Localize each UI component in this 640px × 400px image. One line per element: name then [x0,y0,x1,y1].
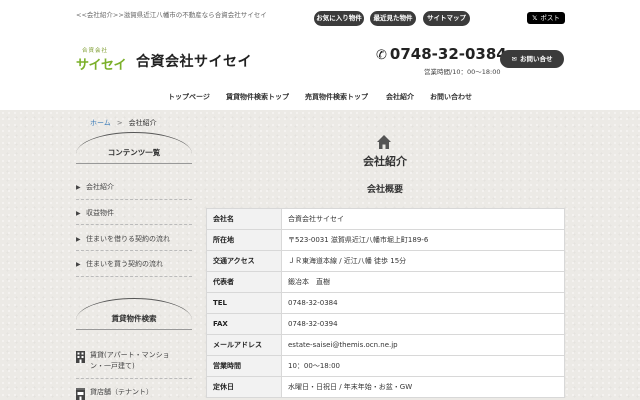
store-icon [76,388,85,400]
row-label: メールアドレス [206,334,282,356]
table-row: 定休日 水曜日・日祝日 / 年末年始・お盆・GW [206,376,565,398]
sidebar-divider [76,378,192,379]
table-row: TEL 0748-32-0384 [206,292,565,314]
site-tagline: <<会社紹介>>滋賀県近江八幡市の不動産なら合資会社サイセイ [76,11,267,19]
sitemap-button[interactable]: サイトマップ [423,11,470,26]
row-label: 営業時間 [206,355,282,377]
sidebar-rental-heading: 賃貸物件検索 [76,298,192,330]
breadcrumb-current: 会社紹介 [128,119,157,127]
table-row: 所在地 〒523-0031 滋賀県近江八幡市堀上町189-6 [206,229,565,251]
row-label: FAX [206,313,282,335]
row-value: 鍛冶本 直樹 [281,271,565,293]
table-row: 営業時間 10：00～18:00 [206,355,565,377]
sidebar-item-label: 収益物件 [86,209,114,217]
x-logo-icon: 𝕏 [532,14,538,22]
nav-company[interactable]: 会社紹介 [386,92,414,102]
row-label: 会社名 [206,208,282,230]
global-nav: トップページ 賃貸物件検索トップ 売買物件検索トップ 会社紹介 お問い合わせ [0,86,640,110]
row-value: 水曜日・日祝日 / 年末年始・お盆・GW [281,376,565,398]
section-title: 会社概要 [366,185,403,195]
company-info-table: 会社名 合資会社サイセイ 所在地 〒523-0031 滋賀県近江八幡市堀上町189-… [206,208,565,398]
row-value: 10：00～18:00 [281,355,565,377]
business-hours: 営業時間/10：00～18:00 [424,68,501,76]
sidebar-item-rental-store[interactable]: 貸店舗（テナント） [76,387,192,400]
breadcrumb: ホーム > 会社紹介 [90,118,157,128]
x-post-button[interactable]: 𝕏 ポスト [527,12,565,24]
arrow-right-icon: ▶ [76,261,81,268]
top-bar: <<会社紹介>>滋賀県近江八幡市の不動産なら合資会社サイセイ お気に入り物件 最… [0,0,640,36]
sidebar-item-company[interactable]: ▶ 会社紹介 [76,182,192,193]
building-icon [76,351,85,363]
row-value: ＪＲ東海道本線 / 近江八幡 徒歩 15分 [281,250,565,272]
row-value: 0748-32-0384 [281,292,565,314]
phone-number: ✆ 0748-32-0384 [376,45,507,63]
nav-contact[interactable]: お問い合わせ [430,92,472,102]
row-value: 0748-32-0394 [281,313,565,335]
arrow-right-icon: ▶ [76,236,81,243]
heading-underline [76,329,192,330]
sidebar-divider [76,276,192,277]
sidebar-rental-title: 賃貸物件検索 [111,314,157,323]
table-row: メールアドレス estate-saisei@themis.ocn.ne.jp [206,334,565,356]
sidebar-item-income[interactable]: ▶ 収益物件 [76,208,192,219]
favorites-button[interactable]: お気に入り物件 [314,11,364,26]
sidebar-divider [76,224,192,225]
row-value: 合資会社サイセイ [281,208,565,230]
sidebar-divider [76,199,192,200]
nav-top-page[interactable]: トップページ [168,92,210,102]
sidebar-item-label: 住まいを買う契約の流れ [86,260,163,268]
row-value: 〒523-0031 滋賀県近江八幡市堀上町189-6 [281,229,565,251]
table-row: FAX 0748-32-0394 [206,313,565,335]
table-row: 代表者 鍛冶本 直樹 [206,271,565,293]
sidebar-item-label: 住まいを借りる契約の流れ [86,235,170,243]
nav-sale-search[interactable]: 売買物件検索トップ [305,92,368,102]
recently-viewed-button[interactable]: 最近見た物件 [370,11,416,26]
phone-icon: ✆ [376,48,387,63]
row-label: TEL [206,292,282,314]
content-area: ホーム > 会社紹介 コンテンツ一覧 ▶ 会社紹介 ▶ 収益物件 ▶ 住まいを借りる契約の… [0,110,640,400]
contact-label: お問い合せ [519,55,553,63]
row-label: 代表者 [206,271,282,293]
sidebar-contents-heading: コンテンツ一覧 [76,132,192,164]
sidebar-divider [76,250,192,251]
row-value: estate-saisei@themis.ocn.ne.jp [281,334,565,356]
logo-arc-text: 合資会社 [82,48,109,54]
sidebar-item-buy-flow[interactable]: ▶ 住まいを買う契約の流れ [76,259,192,270]
arrow-right-icon: ▶ [76,210,81,217]
phone-text: 0748-32-0384 [389,45,507,63]
sidebar-item-rent-flow[interactable]: ▶ 住まいを借りる契約の流れ [76,234,192,245]
table-row: 会社名 合資会社サイセイ [206,208,565,230]
sidebar-item-rental-residential[interactable]: 賃貸(アパート・マンション・一戸建て) [76,350,172,372]
nav-rental-search[interactable]: 賃貸物件検索トップ [226,92,289,102]
sidebar-item-label: 会社紹介 [86,183,114,191]
sidebar-contents-title: コンテンツ一覧 [107,148,161,157]
breadcrumb-separator: > [116,119,123,127]
row-label: 定休日 [206,376,282,398]
mail-icon: ✉ [511,55,517,63]
breadcrumb-home[interactable]: ホーム [90,119,111,127]
company-logo[interactable]: 合資会社 サイセイ [76,46,128,76]
logo-mark: サイセイ [76,58,127,73]
table-row: 交通アクセス ＪＲ東海道本線 / 近江八幡 徒歩 15分 [206,250,565,272]
contact-button[interactable]: ✉ お問い合せ [500,50,564,68]
page-title: 会社紹介 [363,155,407,168]
house-icon [377,135,391,149]
arrow-right-icon: ▶ [76,184,81,191]
site-header: 合資会社 サイセイ 合資会社サイセイ ✆ 0748-32-0384 営業時間/10… [0,36,640,86]
sidebar-item-label: 賃貸(アパート・マンション・一戸建て) [90,351,170,370]
heading-underline [76,163,192,164]
row-label: 所在地 [206,229,282,251]
sidebar-item-label: 貸店舗（テナント） [90,388,153,396]
x-post-label: ポスト [540,14,560,22]
company-name[interactable]: 合資会社サイセイ [136,51,252,71]
row-label: 交通アクセス [206,250,282,272]
